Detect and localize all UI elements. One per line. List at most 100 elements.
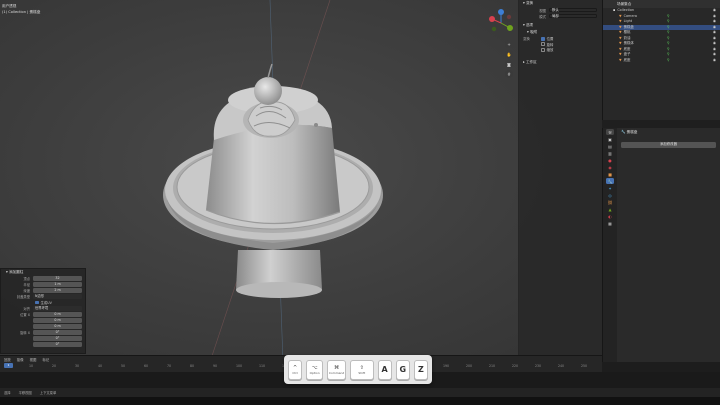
timeline-tick-label: 10	[29, 364, 34, 368]
editor-divider[interactable]	[602, 120, 720, 128]
check-scale-label: 缩放	[546, 48, 554, 53]
timeline-menu-playback[interactable]: 回放	[4, 357, 11, 362]
zoom-icon[interactable]: +	[505, 40, 513, 48]
object-icon[interactable]: ■	[606, 171, 614, 177]
location-y-field[interactable]: 0 m	[33, 318, 82, 323]
modifier-icon[interactable]: ⚲	[667, 58, 670, 64]
particles-icon[interactable]: ✦	[606, 185, 614, 191]
bottom-edge	[0, 397, 720, 405]
radius-field[interactable]: 1 m	[33, 282, 82, 287]
camera-icon[interactable]: ◙	[505, 60, 513, 68]
outliner-item[interactable]: ▼ 底座 ⚲ ◉	[603, 58, 720, 64]
timeline-tick-label: 50	[121, 364, 126, 368]
checkbox-scale[interactable]	[541, 47, 545, 52]
status-select: 选择	[4, 391, 11, 395]
timeline-tick-label: 210	[489, 364, 496, 368]
mesh-triangle-icon: ▼	[619, 57, 622, 62]
rotation-x-field[interactable]: 0°	[33, 330, 82, 335]
z-letter: Z	[418, 365, 424, 374]
timeline-tick-label: 60	[144, 364, 149, 368]
vertices-field[interactable]: 32	[33, 276, 82, 281]
depth-field[interactable]: 2 m	[33, 288, 82, 293]
key-g: G	[395, 359, 410, 380]
physics-icon[interactable]: ◎	[606, 192, 614, 198]
viewpoint-dropdown[interactable]: 默认	[549, 7, 597, 13]
key-command: ⌘ Command	[327, 359, 346, 380]
op-row-rotation-x: 旋转 X 0°	[1, 330, 85, 336]
op-row-depth: 深度 2 m	[1, 288, 85, 294]
timeline-tick-label: 80	[190, 364, 195, 368]
mode-row: 模式 局部	[519, 13, 602, 19]
align-dropdown[interactable]: 世界环境	[33, 306, 82, 311]
timeline-tick-label: 240	[558, 364, 565, 368]
generate-uv-label: 生成UV	[40, 301, 52, 305]
playhead[interactable]: 1	[4, 363, 13, 368]
location-label: 位置 X	[20, 313, 30, 317]
grid-icon[interactable]: #	[505, 70, 513, 78]
texture-icon[interactable]: ▦	[606, 220, 614, 226]
material-icon[interactable]: ◐	[606, 213, 614, 219]
object-name-label: 🔧 蛋糕盘	[621, 130, 638, 134]
shift-label: Shift	[358, 370, 366, 375]
rotation-z-field[interactable]: 0°	[33, 342, 82, 347]
outliner-item-label: 底座	[623, 57, 631, 62]
navigation-gizmo[interactable]	[486, 8, 516, 38]
timeline-tick-label: 90	[213, 364, 218, 368]
timeline-tick-label: 20	[52, 364, 57, 368]
visibility-eye-icon[interactable]: ◉	[713, 58, 716, 64]
radius-label: 半径	[23, 283, 30, 287]
3d-viewport[interactable]: 用户透视 (1) Collection | 蛋糕盘 + ✋ ◙ # ▾ 变换 视…	[0, 0, 602, 362]
tool-icon[interactable]: ⚒	[606, 129, 614, 135]
status-pan-view: 平移视图	[18, 391, 32, 395]
key-z: Z	[413, 359, 429, 380]
output-icon[interactable]: ▤	[606, 143, 614, 149]
pan-hand-icon[interactable]: ✋	[505, 50, 513, 58]
location-z-field[interactable]: 0 m	[33, 324, 82, 329]
snap-subsection-header[interactable]: ▾ 吸附	[519, 29, 602, 36]
a-letter: A	[381, 365, 388, 374]
timeline-menu-marker[interactable]: 标记	[42, 357, 49, 362]
scene-icon[interactable]: ●	[606, 157, 614, 163]
sidebar-n-panel: ▾ 变换 视图 默认 模式 局部 ▾ 选项 ▾ 吸附 变换 位置 旋转 缩放 ▸…	[518, 0, 602, 362]
op-row-align: 对齐 世界环境	[1, 306, 85, 312]
op-row-vertices: 顶点 32	[1, 276, 85, 282]
key-a: A	[377, 359, 392, 380]
viewport-nav-tools: + ✋ ◙ #	[505, 40, 514, 80]
timeline-tick-label: 30	[75, 364, 80, 368]
transform-section-header[interactable]: ▾ 变换	[519, 0, 602, 7]
view-layer-icon[interactable]: ▥	[606, 150, 614, 156]
options-section-header[interactable]: ▾ 选项	[519, 22, 602, 29]
timeline-menu-keying[interactable]: 抠像	[17, 357, 24, 362]
outliner-header[interactable]: 场景集合	[603, 0, 720, 8]
command-label: Command	[328, 370, 345, 375]
location-x-field[interactable]: 0 m	[33, 312, 82, 317]
outliner: 场景集合 ▪ Collection ◉ ▼ Camera ⚲ ◉ ▼ Light ⚲ ◉ ▼ 蛋糕盘 ⚲ ◉…	[602, 0, 720, 120]
timeline-tick-label: 220	[512, 364, 519, 368]
rotation-y-field[interactable]: 0°	[33, 336, 82, 341]
add-modifier-button[interactable]: 添加修改器	[621, 142, 716, 148]
viewpoint-label: 视图	[539, 8, 546, 13]
check-row-scale[interactable]: 缩放	[519, 47, 602, 53]
data-icon[interactable]: ▲	[606, 206, 614, 212]
rotation-label: 旋转 X	[20, 331, 30, 335]
workspace-section-header[interactable]: ▸ 工作区	[519, 59, 602, 66]
timeline-tick-label: 190	[443, 364, 450, 368]
mode-label: 模式	[539, 14, 546, 19]
op-row-location-x: 位置 X 0 m	[1, 312, 85, 318]
checkbox-rotation[interactable]	[541, 42, 545, 47]
world-icon[interactable]: ◉	[606, 164, 614, 170]
cap-fill-dropdown[interactable]: N边形	[33, 294, 82, 299]
key-shift: ⇧ Shift	[349, 359, 374, 380]
constraints-icon[interactable]: ⛓	[606, 199, 614, 205]
modifier-wrench-icon[interactable]: 🔧	[606, 178, 614, 184]
render-icon[interactable]: ▣	[606, 136, 614, 142]
mode-dropdown[interactable]: 局部	[549, 13, 597, 19]
align-label: 对齐	[23, 307, 30, 311]
checkbox-location[interactable]	[541, 36, 545, 41]
generate-uv-checkbox[interactable]	[35, 300, 39, 305]
timeline-menu-view[interactable]: 视图	[30, 357, 37, 362]
g-letter: G	[399, 365, 407, 374]
check-rotation-label: 旋转	[546, 42, 554, 47]
last-operator-panel: ▾ 添加圆柱 顶点 32 半径 1 m 深度 2 m 封盖类型 N边形 生成UV…	[0, 268, 86, 354]
keystroke-overlay: ^ Ctrl ⌥ Option ⌘ Command ⇧ Shift A G Z	[284, 355, 432, 384]
